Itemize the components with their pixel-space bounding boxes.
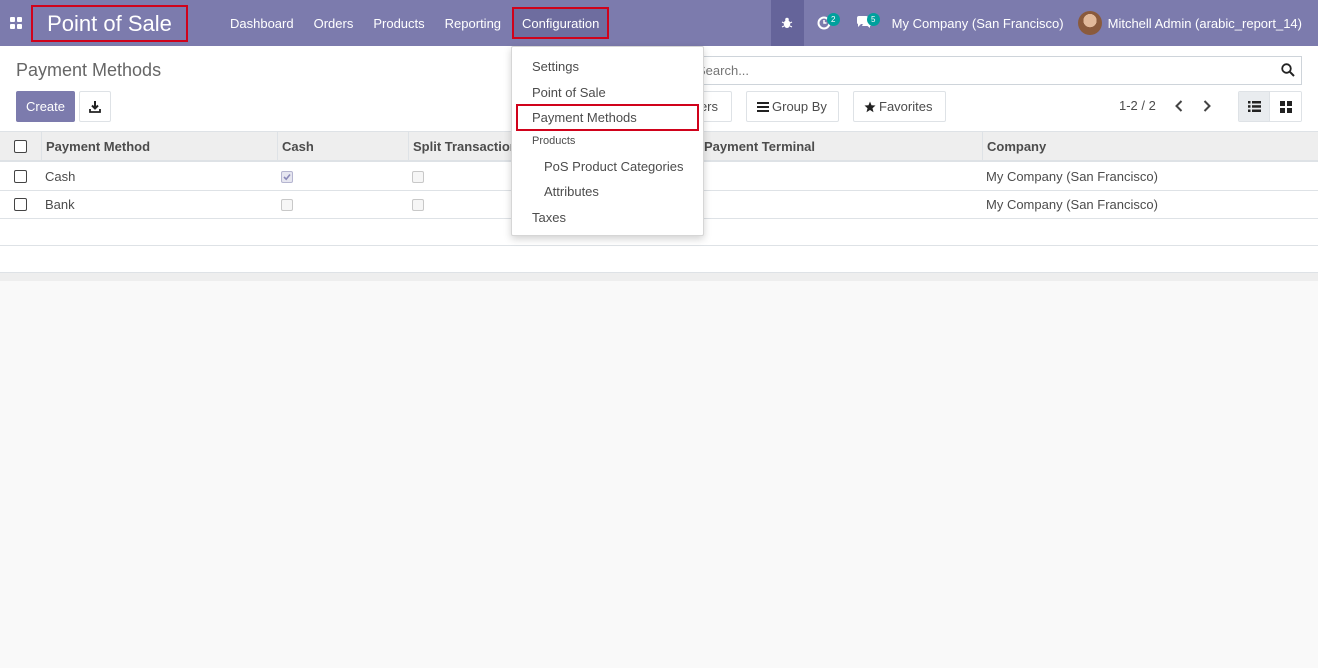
search-icon[interactable]	[1281, 63, 1295, 77]
menu-section-products: Products	[532, 135, 576, 147]
cash-checkbox-checked	[281, 170, 293, 183]
configuration-dropdown: Settings Point of Sale Payment Methods P…	[511, 46, 704, 236]
download-icon	[89, 100, 101, 113]
cash-cell	[277, 191, 408, 218]
menu-item-taxes[interactable]: Taxes	[512, 207, 703, 227]
search-input[interactable]	[697, 61, 1257, 80]
kanban-view-button[interactable]	[1270, 92, 1301, 121]
kanban-grid-icon	[1279, 100, 1292, 113]
menu-item-attributes[interactable]: Attributes	[512, 181, 703, 201]
messaging-button[interactable]: 5	[844, 0, 884, 46]
avatar	[1077, 11, 1102, 35]
row-checkbox[interactable]	[14, 198, 27, 211]
list-view-button[interactable]	[1239, 92, 1271, 121]
column-header-company[interactable]: Company	[982, 132, 1318, 160]
row-select-cell	[0, 163, 41, 190]
payment-method-name: Bank	[45, 197, 75, 212]
user-name: Mitchell Admin (arabic_report_14)	[1107, 15, 1302, 31]
row-select-cell	[0, 191, 41, 218]
create-button[interactable]: Create	[16, 91, 75, 122]
menu-dashboard[interactable]: Dashboard	[220, 0, 304, 46]
row-checkbox[interactable]	[14, 170, 27, 183]
favorites-label: Favorites	[879, 99, 933, 114]
bars-icon	[757, 101, 769, 112]
menu-item-point-of-sale[interactable]: Point of Sale	[512, 82, 703, 102]
top-navbar: Point of Sale Dashboard Orders Products …	[0, 0, 1318, 46]
terminal-cell	[699, 191, 982, 218]
page-title: Payment Methods	[16, 60, 162, 80]
apps-grid-icon	[10, 17, 22, 29]
terminal-cell	[699, 163, 982, 190]
select-all-checkbox[interactable]	[14, 139, 27, 153]
payment-method-name: Cash	[45, 169, 76, 184]
app-brand-title[interactable]: Point of Sale	[31, 5, 188, 42]
split-checkbox	[412, 198, 424, 211]
main-menu: Dashboard Orders Products Reporting Conf…	[220, 0, 610, 46]
column-header-payment-terminal[interactable]: Payment Terminal	[699, 132, 982, 160]
pager-value[interactable]: 1-2 / 2	[1119, 98, 1156, 113]
group-by-label: Group By	[772, 99, 827, 114]
menu-reporting[interactable]: Reporting	[435, 0, 511, 46]
company-switcher[interactable]: My Company (San Francisco)	[884, 16, 1078, 31]
menu-orders[interactable]: Orders	[304, 0, 364, 46]
menu-item-pos-product-categories[interactable]: PoS Product Categories	[512, 156, 703, 176]
user-menu[interactable]: Mitchell Admin (arabic_report_14)	[1077, 11, 1318, 35]
menu-item-payment-methods[interactable]: Payment Methods	[516, 104, 699, 131]
menu-products[interactable]: Products	[363, 0, 434, 46]
menu-configuration[interactable]: Configuration	[512, 7, 610, 39]
cash-checkbox	[281, 198, 293, 211]
apps-menu-button[interactable]	[0, 0, 32, 46]
activity-count-badge: 2	[826, 13, 840, 26]
menu-item-settings[interactable]: Settings	[512, 56, 703, 76]
view-switcher	[1238, 91, 1302, 122]
company-cell: My Company (San Francisco)	[986, 197, 1158, 212]
select-all-cell	[0, 132, 41, 160]
list-icon	[1247, 101, 1261, 112]
bug-icon	[781, 17, 793, 28]
pager-previous-button[interactable]	[1170, 97, 1188, 115]
search-bar	[690, 56, 1302, 85]
debug-button[interactable]	[770, 0, 804, 46]
column-header-payment-method[interactable]: Payment Method	[41, 132, 277, 160]
activity-button[interactable]: 2	[804, 0, 844, 46]
chevron-left-icon	[1175, 100, 1183, 112]
favorites-button[interactable]: Favorites	[853, 91, 946, 122]
column-header-cash[interactable]: Cash	[277, 132, 408, 160]
group-by-button[interactable]: Group By	[746, 91, 839, 122]
chevron-right-icon	[1203, 100, 1211, 112]
export-button[interactable]	[79, 91, 111, 122]
list-footer	[0, 273, 1318, 281]
split-checkbox	[412, 170, 424, 183]
messages-count-badge: 5	[866, 13, 880, 26]
systray: 2 5 My Company (San Francisco) Mitchell …	[770, 0, 1318, 46]
cash-cell	[277, 163, 408, 190]
star-icon	[864, 101, 876, 112]
check-icon	[283, 173, 291, 180]
company-cell: My Company (San Francisco)	[986, 169, 1158, 184]
empty-row	[0, 246, 1318, 273]
pager-next-button[interactable]	[1198, 97, 1216, 115]
